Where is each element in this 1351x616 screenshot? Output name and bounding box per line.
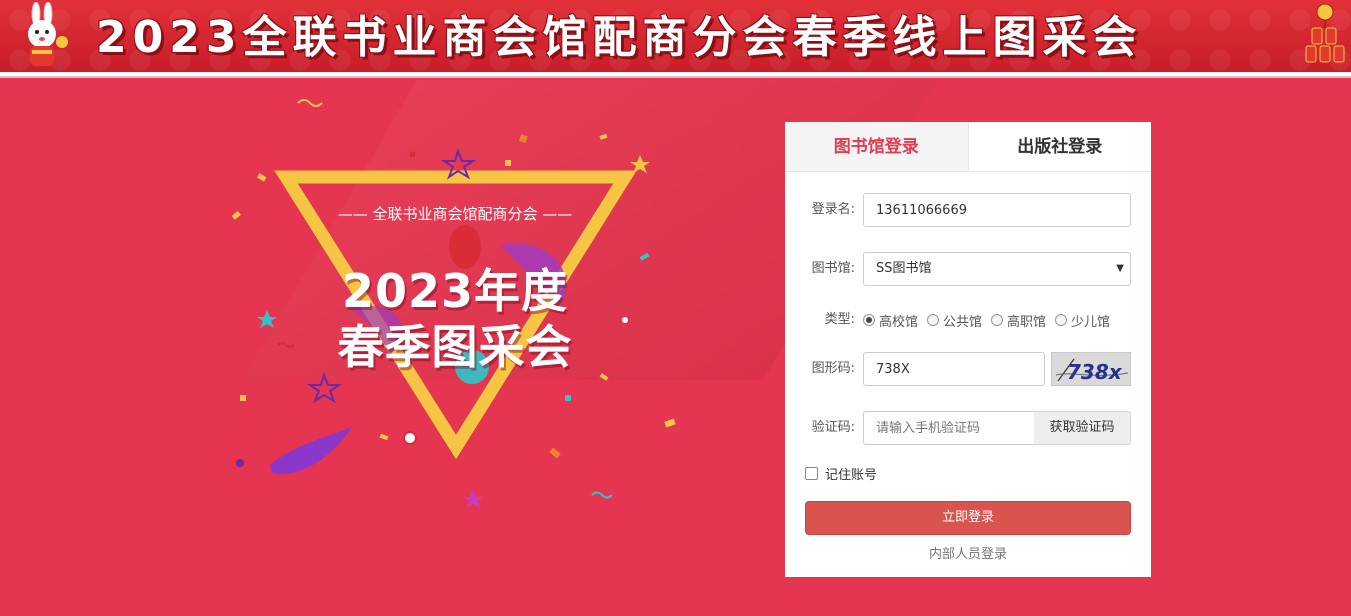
remember-checkbox[interactable] <box>805 467 818 480</box>
login-panel: 图书馆登录 出版社登录 登录名: 图书馆: SS图书馆 ▼ 类型: 高校馆 公共… <box>785 122 1151 577</box>
radio-public-label: 公共馆 <box>943 314 983 330</box>
captcha-noise-icon: 738x <box>1052 353 1130 385</box>
radio-children-label: 少儿馆 <box>1071 314 1111 330</box>
radio-university[interactable]: 高校馆 <box>863 311 918 330</box>
library-select-value: SS图书馆 <box>876 261 932 276</box>
firecracker-icon <box>1305 3 1345 63</box>
hero-subtitle: —— 全联书业商会馆配商分会 —— <box>337 205 573 223</box>
captcha-image[interactable]: 738x <box>1051 352 1131 386</box>
chevron-down-icon: ▼ <box>1116 263 1124 274</box>
radio-vocational-label: 高职馆 <box>1007 314 1047 330</box>
library-row: 图书馆: SS图书馆 ▼ <box>785 252 1151 286</box>
rabbit-mascot-icon <box>28 2 68 66</box>
get-sms-code-button[interactable]: 获取验证码 <box>1034 411 1131 445</box>
library-select[interactable]: SS图书馆 ▼ <box>863 252 1131 286</box>
tab-library-login[interactable]: 图书馆登录 <box>785 122 969 171</box>
library-label: 图书馆: <box>811 261 855 276</box>
radio-unchecked-icon[interactable] <box>1055 314 1068 326</box>
captcha-text: 738x <box>1067 360 1123 384</box>
sms-code-input[interactable] <box>863 411 1035 445</box>
radio-vocational[interactable]: 高职馆 <box>991 311 1046 330</box>
radio-public[interactable]: 公共馆 <box>927 311 982 330</box>
type-radio-group: 高校馆 公共馆 高职馆 少儿馆 <box>863 303 1119 337</box>
hero-artwork: —— 全联书业商会馆配商分会 —— 2023年度 春季图采会 <box>220 95 690 525</box>
sms-row: 验证码: 获取验证码 <box>785 411 1151 445</box>
type-label: 类型: <box>824 312 855 327</box>
hero-title-event: 春季图采会 <box>337 320 573 374</box>
captcha-input[interactable] <box>863 352 1045 386</box>
username-row: 登录名: <box>785 193 1151 227</box>
captcha-label: 图形码: <box>811 361 855 376</box>
login-button[interactable]: 立即登录 <box>805 501 1131 535</box>
radio-checked-icon[interactable] <box>863 314 875 326</box>
captcha-row: 图形码: 738x <box>785 352 1151 386</box>
banner-title: 2023全联书业商会馆配商分会春季线上图采会 <box>96 12 1143 63</box>
radio-unchecked-icon[interactable] <box>991 314 1004 326</box>
login-tabs: 图书馆登录 出版社登录 <box>785 122 1151 172</box>
username-label: 登录名: <box>811 202 855 217</box>
sms-label: 验证码: <box>811 420 855 435</box>
type-row: 类型: 高校馆 公共馆 高职馆 少儿馆 <box>785 303 1151 337</box>
radio-unchecked-icon[interactable] <box>927 314 940 326</box>
radio-university-label: 高校馆 <box>879 314 919 330</box>
radio-children[interactable]: 少儿馆 <box>1055 311 1110 330</box>
remember-label: 记住账号 <box>825 468 878 483</box>
username-input[interactable] <box>863 193 1131 227</box>
banner-divider-shadow <box>0 76 1351 78</box>
tab-publisher-login[interactable]: 出版社登录 <box>969 122 1152 171</box>
remember-account[interactable]: 记住账号 <box>805 464 877 483</box>
top-banner: 2023全联书业商会馆配商分会春季线上图采会 <box>0 0 1351 72</box>
internal-staff-login-link[interactable]: 内部人员登录 <box>785 543 1151 562</box>
